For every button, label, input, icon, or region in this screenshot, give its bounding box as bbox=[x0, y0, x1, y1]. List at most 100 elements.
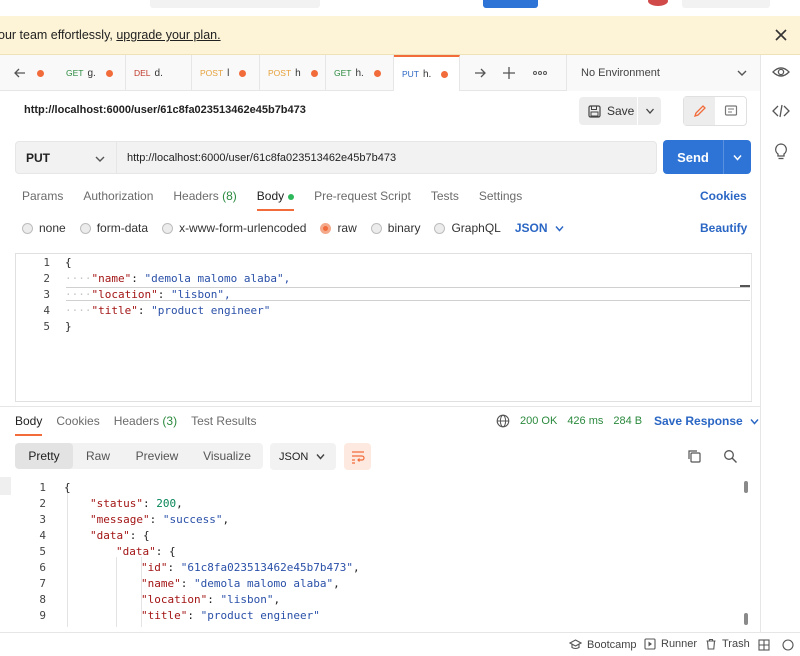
tab-name: g. bbox=[87, 67, 96, 79]
tab-params[interactable]: Params bbox=[22, 189, 63, 211]
response-body-viewer[interactable]: 1 2 3 4 5 6 7 8 9 { "status": 200, "mess… bbox=[0, 477, 760, 627]
upgrade-plan-link[interactable]: upgrade your plan. bbox=[116, 28, 220, 42]
request-tabs: Params Authorization Headers (8) Body Pr… bbox=[22, 189, 542, 211]
bootcamp-button[interactable]: Bootcamp bbox=[569, 638, 637, 651]
radio-circle bbox=[22, 222, 33, 234]
url-input[interactable]: http://localhost:6000/user/61c8fa0235134… bbox=[117, 141, 657, 174]
tab-tests[interactable]: Tests bbox=[431, 189, 459, 211]
response-tab-headers[interactable]: Headers (3) bbox=[114, 414, 177, 428]
send-label: Send bbox=[677, 149, 709, 165]
radio-raw[interactable]: raw bbox=[320, 221, 357, 235]
response-tab-test-results[interactable]: Test Results bbox=[191, 414, 256, 428]
chevron-down-icon bbox=[733, 154, 742, 161]
edit-mode-button[interactable] bbox=[684, 97, 715, 125]
line-number: 7 bbox=[39, 577, 46, 590]
help-icon[interactable] bbox=[782, 639, 794, 651]
tab-authorization[interactable]: Authorization bbox=[83, 189, 153, 211]
cookies-link[interactable]: Cookies bbox=[700, 189, 747, 203]
request-name[interactable]: http://localhost:6000/user/61c8fa0235134… bbox=[24, 104, 306, 116]
save-options-button[interactable] bbox=[638, 106, 661, 116]
save-response-button[interactable]: Save Response bbox=[654, 414, 760, 428]
environment-select[interactable]: No Environment bbox=[566, 55, 760, 91]
method-select[interactable]: PUT bbox=[15, 141, 117, 174]
response-tab-body[interactable]: Body bbox=[15, 414, 43, 436]
runner-button[interactable]: Runner bbox=[644, 638, 697, 650]
response-headers-count: (3) bbox=[162, 414, 178, 428]
wrap-lines-button[interactable] bbox=[344, 443, 371, 470]
documentation-button[interactable] bbox=[715, 97, 746, 125]
response-time[interactable]: 426 ms bbox=[567, 415, 603, 427]
avatar[interactable] bbox=[648, 0, 668, 6]
globe-icon[interactable] bbox=[496, 414, 510, 428]
tab-name: h. bbox=[355, 67, 364, 79]
trash-button[interactable]: Trash bbox=[705, 638, 750, 650]
status-bar: Bootcamp Runner Trash bbox=[0, 632, 800, 656]
invite-button-fragment[interactable] bbox=[483, 0, 538, 8]
view-raw[interactable]: Raw bbox=[73, 443, 123, 469]
tab-settings[interactable]: Settings bbox=[479, 189, 522, 211]
request-tab[interactable]: PUT h. bbox=[394, 55, 460, 91]
request-tab[interactable]: POST l bbox=[192, 55, 260, 91]
code-icon[interactable] bbox=[772, 102, 790, 120]
banner-text: our team effortlessly, upgrade your plan… bbox=[0, 28, 221, 42]
radio-graphql-label: GraphQL bbox=[451, 221, 501, 235]
line-number: 9 bbox=[39, 609, 46, 622]
send-options-button[interactable] bbox=[724, 152, 751, 163]
arrow-right-icon[interactable] bbox=[472, 65, 488, 81]
more-icon[interactable] bbox=[532, 65, 548, 81]
line-number: 6 bbox=[39, 561, 46, 574]
status-code[interactable]: 200 OK bbox=[520, 415, 557, 427]
code-line: ····"name": "demola malomo alaba", bbox=[65, 272, 291, 285]
tab-prerequest-script[interactable]: Pre-request Script bbox=[314, 189, 411, 211]
radio-graphql[interactable]: GraphQL bbox=[434, 221, 501, 235]
beautify-link[interactable]: Beautify bbox=[700, 221, 747, 235]
unsaved-dot bbox=[441, 70, 449, 78]
radio-binary[interactable]: binary bbox=[370, 221, 420, 235]
runner-label: Runner bbox=[661, 638, 698, 650]
scrollbar-thumb-bottom[interactable] bbox=[744, 613, 748, 625]
view-visualize[interactable]: Visualize bbox=[191, 443, 263, 469]
request-tab[interactable]: POST h bbox=[260, 55, 326, 91]
request-tab[interactable]: GET h. bbox=[326, 55, 394, 91]
send-button[interactable]: Send bbox=[663, 140, 751, 174]
radio-circle-selected bbox=[320, 222, 332, 234]
radio-urlencoded[interactable]: x-www-form-urlencoded bbox=[162, 221, 306, 235]
response-format-select[interactable]: JSON bbox=[270, 443, 336, 470]
request-tab[interactable]: GET g. bbox=[58, 55, 126, 91]
close-icon[interactable] bbox=[774, 28, 788, 42]
body-format-select[interactable]: JSON bbox=[515, 221, 565, 235]
response-tabs: Body Cookies Headers (3) Test Results bbox=[15, 414, 270, 436]
search-box-fragment[interactable] bbox=[150, 0, 320, 8]
code-line: "message": "success", bbox=[90, 513, 230, 526]
code-line: { bbox=[64, 481, 71, 494]
tab-headers[interactable]: Headers (8) bbox=[173, 189, 236, 211]
comment-icon bbox=[724, 105, 737, 116]
scrollbar-thumb-top[interactable] bbox=[744, 481, 748, 493]
two-pane-icon[interactable] bbox=[758, 639, 770, 651]
view-pretty[interactable]: Pretty bbox=[15, 443, 73, 469]
view-preview[interactable]: Preview bbox=[123, 443, 191, 469]
copy-icon[interactable] bbox=[687, 449, 702, 464]
line-number: 4 bbox=[43, 304, 50, 317]
plus-icon[interactable] bbox=[501, 65, 517, 81]
radio-none[interactable]: none bbox=[22, 221, 66, 235]
response-size[interactable]: 284 B bbox=[613, 415, 642, 427]
code-line: "name": "demola malomo alaba", bbox=[141, 577, 340, 590]
response-divider[interactable] bbox=[0, 406, 760, 407]
save-label: Save bbox=[607, 104, 635, 118]
tab-name: d. bbox=[154, 67, 163, 79]
body-type-options: none form-data x-www-form-urlencoded raw… bbox=[22, 221, 565, 235]
request-body-editor[interactable]: 1 2 3 4 5 { ····"name": "demola malomo a… bbox=[15, 253, 752, 402]
search-icon[interactable] bbox=[723, 449, 738, 464]
line-number: 5 bbox=[39, 545, 46, 558]
lightbulb-icon[interactable] bbox=[773, 143, 789, 161]
request-tab[interactable]: DEL d. bbox=[126, 55, 192, 91]
tab-body[interactable]: Body bbox=[256, 189, 295, 211]
arrow-left-icon[interactable] bbox=[12, 65, 28, 81]
tab-name: h bbox=[295, 67, 301, 79]
upgrade-button-fragment[interactable] bbox=[682, 0, 770, 8]
eye-icon[interactable] bbox=[772, 63, 790, 81]
radio-form-data[interactable]: form-data bbox=[79, 221, 148, 235]
save-button[interactable]: Save bbox=[579, 104, 637, 118]
response-tab-cookies[interactable]: Cookies bbox=[56, 414, 99, 428]
